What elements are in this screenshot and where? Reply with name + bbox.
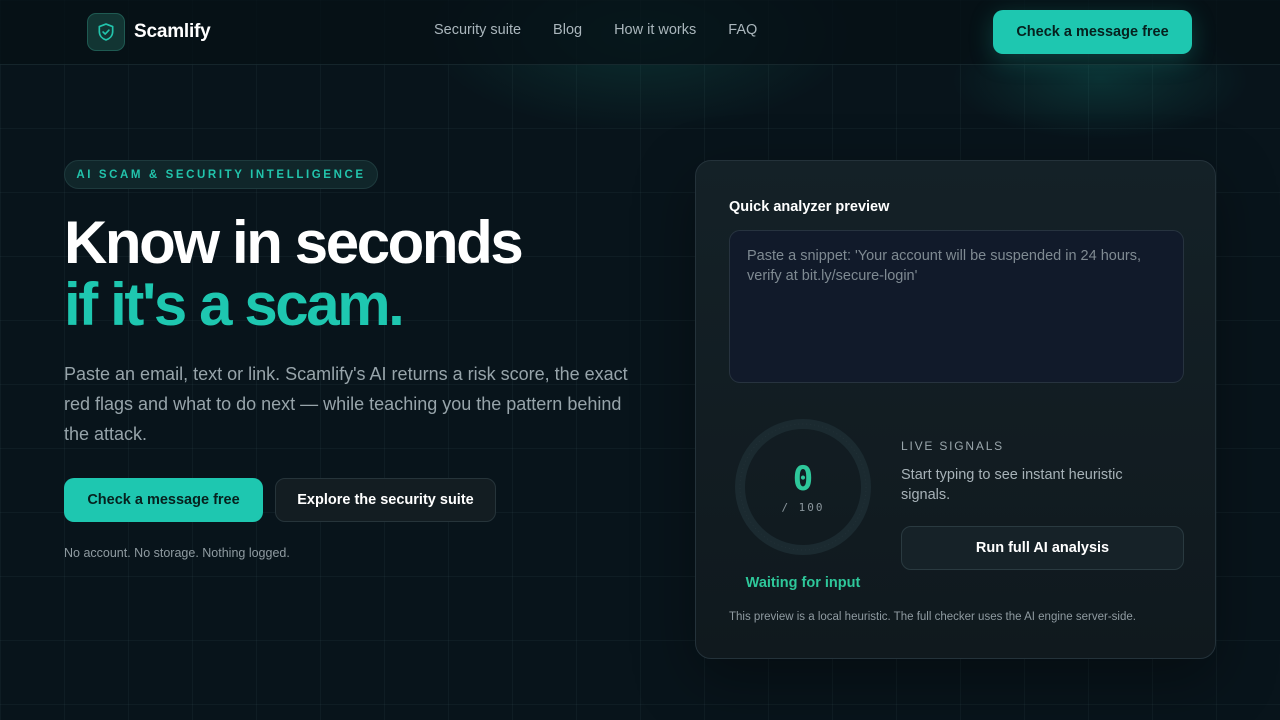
hero-lead: Paste an email, text or link. Scamlify's…	[64, 364, 628, 444]
privacy-note: No account. No storage. Nothing logged.	[64, 546, 290, 560]
site-header: Scamlify Security suite Blog How it work…	[0, 0, 1280, 65]
hero-eyebrow-badge: AI SCAM & SECURITY INTELLIGENCE	[64, 160, 378, 189]
hero-title-line1: Know in seconds	[64, 209, 524, 276]
header-check-message-button[interactable]: Check a message free	[993, 10, 1192, 54]
analyzer-title: Quick analyzer preview	[729, 199, 890, 215]
main-nav: Security suite Blog How it works FAQ	[434, 22, 789, 38]
explore-suite-button[interactable]: Explore the security suite	[275, 478, 496, 522]
page: Scamlify Security suite Blog How it work…	[0, 0, 1280, 720]
run-analysis-button[interactable]: Run full AI analysis	[901, 526, 1184, 570]
nav-security-suite[interactable]: Security suite	[434, 22, 521, 38]
check-message-button[interactable]: Check a message free	[64, 478, 263, 522]
nav-how-it-works[interactable]: How it works	[614, 22, 696, 38]
hero-title-line2: if it's a scam.	[64, 271, 405, 338]
analyzer-status: Waiting for input	[745, 575, 861, 591]
brand-logo[interactable]: Scamlify	[87, 13, 211, 51]
analyzer-disclaimer: This preview is a local heuristic. The f…	[729, 611, 1136, 623]
live-signals-heading: LIVE SIGNALS	[901, 439, 1004, 453]
shield-check-icon	[87, 13, 125, 51]
live-signals-text: Start typing to see instant heuristic si…	[901, 467, 1123, 503]
analyzer-card: Quick analyzer preview 0 / 100 Waiting f…	[695, 160, 1216, 659]
snippet-input[interactable]	[729, 230, 1184, 383]
brand-name: Scamlify	[134, 21, 211, 42]
risk-score: 0	[792, 459, 814, 499]
risk-score-max: / 100	[781, 501, 825, 514]
nav-faq[interactable]: FAQ	[728, 22, 757, 38]
hero-title: Know in seconds if it's a scam.	[64, 209, 524, 338]
nav-blog[interactable]: Blog	[553, 22, 582, 38]
